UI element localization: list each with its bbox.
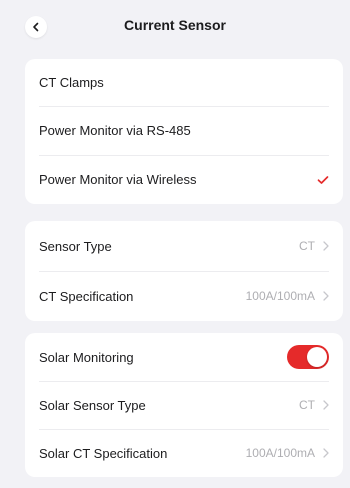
chevron-right-icon [323, 448, 329, 458]
sensor-type-value: CT [299, 239, 315, 253]
page-title: Current Sensor [124, 17, 226, 33]
sensor-type-label: Sensor Type [39, 238, 112, 254]
solar-sensor-type-row[interactable]: Solar Sensor Type CT [25, 381, 343, 429]
navigation-bar: Current Sensor [0, 0, 350, 50]
solar-sensor-type-value: CT [299, 398, 315, 412]
option-label: CT Clamps [39, 75, 104, 90]
option-power-monitor-rs485[interactable]: Power Monitor via RS-485 [25, 106, 343, 155]
ct-specification-value: 100A/100mA [245, 289, 315, 303]
solar-ct-specification-value: 100A/100mA [245, 446, 315, 460]
ct-specification-row[interactable]: CT Specification 100A/100mA [25, 271, 343, 321]
chevron-right-icon [323, 291, 329, 301]
ct-specification-label: CT Specification [39, 288, 134, 304]
option-label: Power Monitor via Wireless [39, 172, 197, 187]
option-power-monitor-wireless[interactable]: Power Monitor via Wireless [25, 155, 343, 204]
sensor-type-row[interactable]: Sensor Type CT [25, 221, 343, 271]
solar-card: Solar Monitoring Solar Sensor Type CT So… [25, 333, 343, 477]
solar-monitoring-toggle[interactable] [287, 345, 329, 369]
sensor-source-card: CT Clamps Power Monitor via RS-485 Power… [25, 59, 343, 204]
option-ct-clamps[interactable]: CT Clamps [25, 59, 343, 106]
solar-ct-specification-label: Solar CT Specification [39, 445, 168, 461]
solar-monitoring-row: Solar Monitoring [25, 333, 343, 381]
chevron-right-icon [323, 241, 329, 251]
toggle-knob [307, 347, 327, 367]
option-label: Power Monitor via RS-485 [39, 123, 191, 138]
sensor-settings-card: Sensor Type CT CT Specification 100A/100… [25, 221, 343, 321]
checkmark-icon [317, 175, 329, 184]
solar-sensor-type-label: Solar Sensor Type [39, 397, 146, 413]
solar-ct-specification-row[interactable]: Solar CT Specification 100A/100mA [25, 429, 343, 477]
solar-monitoring-label: Solar Monitoring [39, 349, 134, 365]
chevron-right-icon [323, 400, 329, 410]
